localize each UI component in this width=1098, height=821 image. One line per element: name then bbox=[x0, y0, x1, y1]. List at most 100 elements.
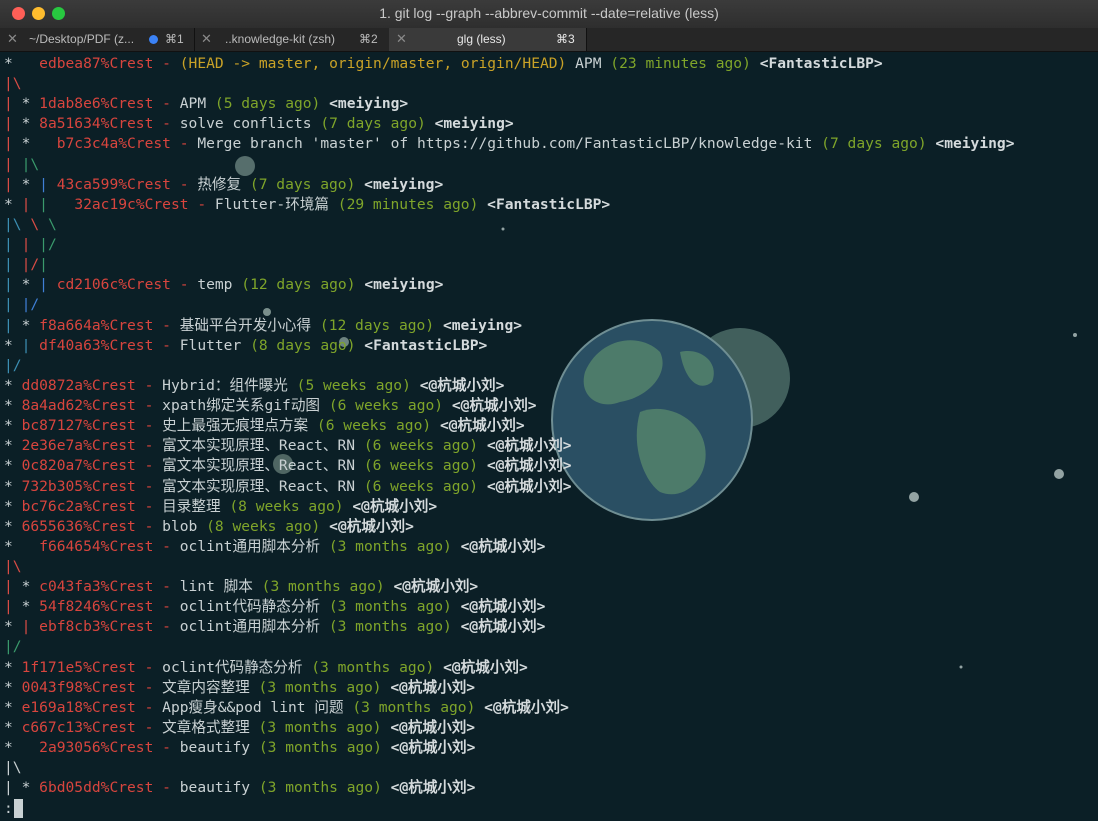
commit-hash: 0043f98%Crest bbox=[21, 678, 136, 696]
commit-hash: edbea87%Crest bbox=[39, 55, 154, 72]
separator: - bbox=[153, 739, 180, 757]
tab-label: glg (less) bbox=[457, 32, 506, 46]
tab-shortcut: ⌘1 bbox=[165, 32, 184, 46]
tab-label: ..knowledge-kit (zsh) bbox=[225, 32, 336, 46]
commit-date: (7 days ago) bbox=[249, 175, 356, 193]
terminal-view[interactable]: * edbea87%Crest - (HEAD -> master, origi… bbox=[0, 52, 1098, 821]
graph-segment: * bbox=[21, 598, 40, 616]
separator: - bbox=[135, 698, 163, 716]
separator: - bbox=[135, 497, 163, 515]
graph-segment: * bbox=[21, 115, 40, 133]
graph-segment: * bbox=[21, 175, 40, 193]
commit-date: (29 minutes ago) bbox=[337, 195, 479, 213]
less-prompt[interactable]: : bbox=[4, 799, 23, 819]
commit-date: (7 days ago) bbox=[320, 115, 426, 133]
graph-segment: |\ bbox=[21, 155, 40, 173]
commit-author: <FantasticLBP> bbox=[364, 336, 488, 354]
graph-segment: | bbox=[39, 276, 57, 294]
commit-subject: 富文本实现原理、React、RN bbox=[162, 437, 356, 455]
graph-segment: * bbox=[21, 779, 40, 797]
commit-author: <@杭城小刘> bbox=[390, 779, 476, 797]
commit-author: <FantasticLBP> bbox=[487, 195, 611, 213]
commit-subject: oclint代码静态分析 bbox=[162, 658, 303, 676]
commit-subject: 史上最强无痕埋点方案 bbox=[162, 417, 309, 435]
commit-subject: 文章格式整理 bbox=[162, 718, 250, 736]
commit-subject: Flutter-环境篇 bbox=[214, 195, 329, 213]
separator: - bbox=[153, 578, 180, 596]
graph-segment: | bbox=[39, 256, 48, 274]
commit-date: (3 months ago) bbox=[258, 718, 382, 736]
prompt-char: : bbox=[4, 800, 13, 817]
close-tab-icon[interactable]: ✕ bbox=[7, 31, 18, 47]
graph-segment: | bbox=[4, 276, 22, 294]
separator: - bbox=[188, 195, 215, 213]
log-line: * 732b305%Crest - 富文本实现原理、React、RN (6 we… bbox=[4, 477, 572, 497]
commit-date: (8 weeks ago) bbox=[229, 497, 344, 515]
tab-bar: ✕ ~/Desktop/PDF (z... ⌘1 ✕ ..knowledge-k… bbox=[0, 28, 1098, 52]
commit-subject: 文章内容整理 bbox=[162, 678, 250, 696]
graph-segment: * bbox=[4, 55, 40, 72]
commit-hash: c667c13%Crest bbox=[21, 718, 136, 736]
log-line: * bc87127%Crest - 史上最强无痕埋点方案 (6 weeks ag… bbox=[4, 416, 525, 436]
graph-segment: * bbox=[21, 135, 57, 153]
commit-subject: Merge branch 'master' of https://github.… bbox=[197, 135, 813, 153]
graph-segment: * bbox=[4, 397, 22, 415]
close-tab-icon[interactable]: ✕ bbox=[396, 31, 407, 47]
tab-glg[interactable]: ✕ glg (less) ⌘3 bbox=[389, 28, 587, 51]
graph-segment: * bbox=[21, 578, 40, 596]
log-line: * bc76c2a%Crest - 目录整理 (8 weeks ago) <@杭… bbox=[4, 497, 437, 517]
separator: - bbox=[153, 779, 180, 797]
commit-hash: 732b305%Crest bbox=[21, 477, 136, 495]
separator: - bbox=[153, 598, 180, 616]
star-shape bbox=[909, 492, 919, 502]
commit-hash: 6655636%Crest bbox=[21, 517, 136, 535]
tab-pdf[interactable]: ✕ ~/Desktop/PDF (z... ⌘1 bbox=[0, 28, 195, 51]
graph-segment: | bbox=[21, 618, 40, 636]
separator: - bbox=[135, 678, 163, 696]
log-line: * 2e36e7a%Crest - 富文本实现原理、React、RN (6 we… bbox=[4, 436, 572, 456]
separator: - bbox=[170, 276, 198, 294]
commit-date: (6 weeks ago) bbox=[316, 417, 432, 435]
graph-segment: * bbox=[4, 417, 22, 435]
separator: - bbox=[135, 437, 163, 455]
commit-author: <@杭城小刘> bbox=[439, 417, 525, 435]
graph-segment: | bbox=[4, 316, 22, 334]
log-line: * 8a4ad62%Crest - xpath绑定关系gif动图 (6 week… bbox=[4, 396, 537, 416]
graph-segment: |\ bbox=[4, 759, 22, 777]
commit-author: <@杭城小刘> bbox=[486, 457, 572, 475]
commit-subject: 富文本实现原理、React、RN bbox=[162, 477, 356, 495]
close-tab-icon[interactable]: ✕ bbox=[201, 31, 212, 47]
commit-author: <@杭城小刘> bbox=[329, 517, 414, 535]
graph-segment: | bbox=[4, 256, 22, 274]
commit-author: <FantasticLBP> bbox=[759, 55, 883, 72]
log-line: | | |/ bbox=[4, 235, 57, 255]
separator: - bbox=[153, 336, 180, 354]
separator: - bbox=[135, 397, 163, 415]
commit-author: <meiying> bbox=[364, 175, 444, 193]
commit-hash: 8a51634%Crest bbox=[39, 115, 154, 133]
commit-hash: 0c820a7%Crest bbox=[21, 457, 136, 475]
graph-segment: | bbox=[4, 175, 22, 193]
commit-date: (3 months ago) bbox=[311, 658, 435, 676]
commit-date: (3 months ago) bbox=[261, 578, 385, 596]
commit-author: <meiying> bbox=[935, 135, 1015, 153]
graph-segment: | bbox=[4, 95, 22, 113]
commit-author: <@杭城小刘> bbox=[390, 678, 476, 696]
log-line: * | | 32ac19c%Crest - Flutter-环境篇 (29 mi… bbox=[4, 195, 610, 215]
commit-subject: temp bbox=[197, 276, 233, 294]
commit-subject: APM bbox=[575, 55, 602, 72]
commit-subject: beautify bbox=[179, 779, 251, 797]
commit-date: (6 weeks ago) bbox=[363, 457, 479, 475]
separator: - bbox=[135, 376, 163, 394]
commit-date: (3 months ago) bbox=[258, 678, 382, 696]
graph-segment: * bbox=[21, 95, 40, 113]
separator: - bbox=[153, 618, 180, 636]
log-line: |\ bbox=[4, 74, 22, 94]
graph-segment: | bbox=[21, 195, 40, 213]
separator: - bbox=[135, 477, 163, 495]
commit-author: <@杭城小刘> bbox=[460, 618, 546, 636]
tab-knowledge-kit[interactable]: ✕ ..knowledge-kit (zsh) ⌘2 bbox=[194, 28, 390, 51]
activity-dot-icon bbox=[149, 35, 158, 44]
commit-author: <meiying> bbox=[329, 95, 409, 113]
separator: - bbox=[153, 316, 180, 334]
